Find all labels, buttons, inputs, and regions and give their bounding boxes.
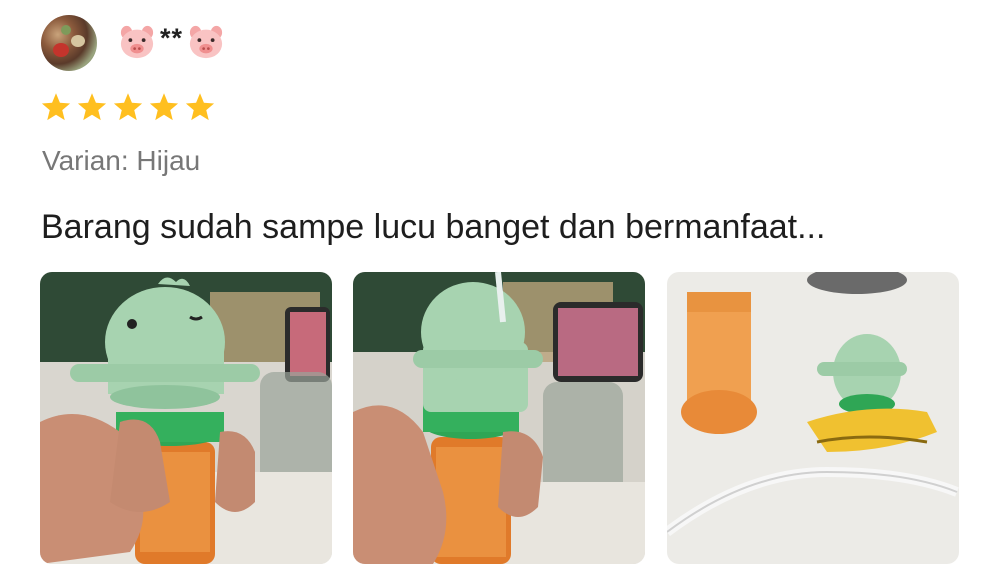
review-photo-1[interactable] <box>40 272 332 564</box>
star-icon <box>185 93 215 121</box>
star-icon <box>149 93 179 121</box>
review-photo-2[interactable] <box>353 272 645 564</box>
star-icon <box>77 93 107 121</box>
product-photo-side <box>353 272 645 564</box>
pig-face-icon <box>120 25 154 59</box>
review-photo-3[interactable] <box>667 272 959 564</box>
user-avatar[interactable] <box>41 15 97 71</box>
variant-label: Varian: Hijau <box>42 145 201 176</box>
review-text: Barang sudah sampe lucu banget dan berma… <box>41 208 826 246</box>
star-icon <box>113 93 143 121</box>
product-photo-front <box>40 272 332 564</box>
username-text: ** <box>160 22 184 53</box>
star-icon <box>41 93 71 121</box>
pig-face-icon <box>189 25 223 59</box>
star-rating <box>40 92 216 122</box>
username: ** <box>118 22 225 62</box>
product-photo-parts <box>667 272 959 564</box>
